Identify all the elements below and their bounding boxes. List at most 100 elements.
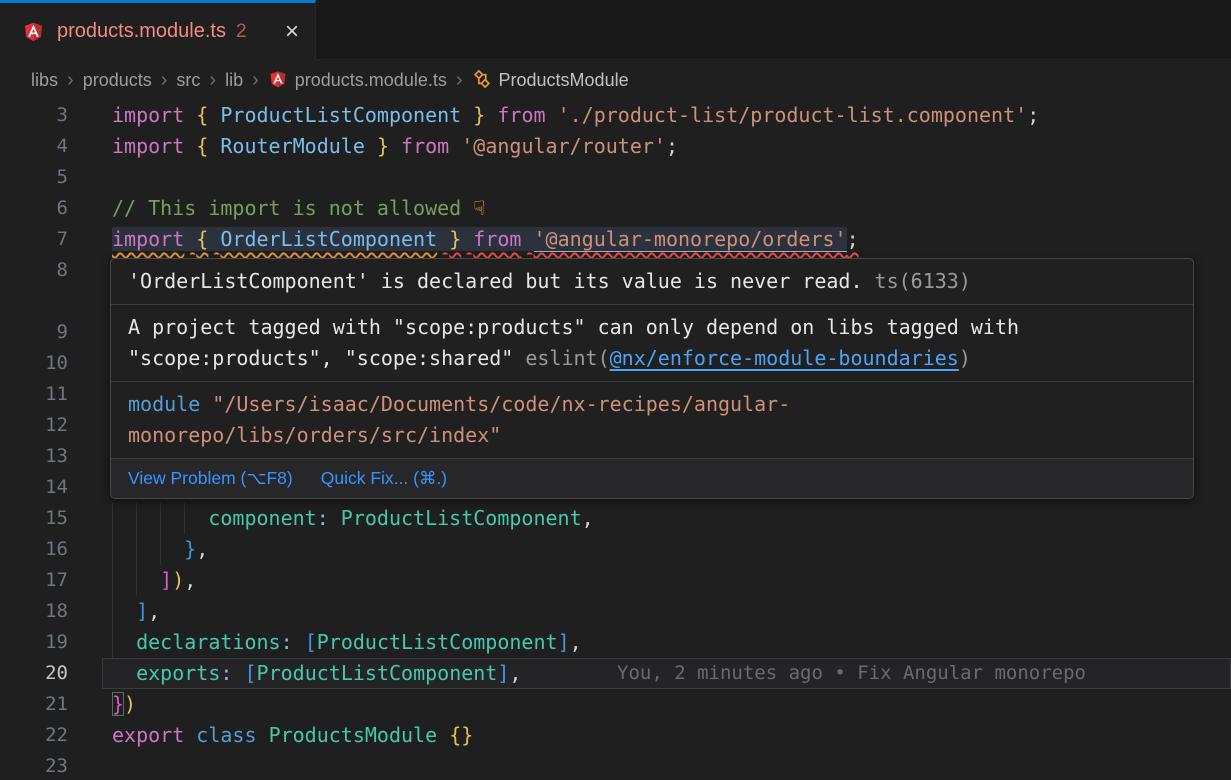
code-token: ,: [582, 506, 594, 530]
code-line-20[interactable]: 20 exports: [ProductListComponent],You, …: [0, 658, 1231, 689]
code-token: exports: [136, 661, 220, 685]
line-number: 4: [0, 131, 68, 162]
code-line-7[interactable]: 7import { OrderListComponent } from '@an…: [0, 224, 1231, 255]
line-number: 20: [0, 658, 68, 689]
hover-text: "/Users/isaac/Documents/code/nx-recipes/…: [200, 392, 790, 416]
code-token: [112, 661, 136, 685]
breadcrumb-label: products: [83, 70, 152, 90]
breadcrumb-label: ProductsModule: [499, 70, 629, 90]
code-line-5[interactable]: 5: [0, 162, 1231, 193]
code-line-21[interactable]: 21}): [0, 689, 1231, 720]
hover-text: module: [128, 392, 200, 416]
code-token: OrderListComponent: [220, 227, 437, 251]
code-token: from: [497, 103, 545, 127]
git-blame-annotation: You, 2 minutes ago • Fix Angular monorep…: [617, 658, 1086, 689]
code-text: ]),: [112, 565, 196, 596]
breadcrumb-label: lib: [225, 70, 243, 90]
chevron-right-icon: ›: [456, 69, 463, 92]
breadcrumb-item-libs[interactable]: libs: [31, 70, 58, 91]
code-token: from: [401, 134, 449, 158]
hover-text: A project tagged with "scope:products" c…: [128, 315, 1019, 339]
code-token: [208, 103, 220, 127]
code-token: ,: [148, 599, 160, 623]
chevron-right-icon: ›: [252, 69, 259, 92]
quick-fix-action[interactable]: Quick Fix... (⌘.): [321, 463, 447, 494]
code-token: [449, 134, 461, 158]
line-number: 23: [0, 751, 68, 780]
diagnostics-hover-popup: 'OrderListComponent' is declared but its…: [110, 258, 1194, 499]
code-token: ;: [666, 134, 678, 158]
code-line-4[interactable]: 4import { RouterModule } from '@angular/…: [0, 131, 1231, 162]
code-text: import { OrderListComponent } from '@ang…: [112, 224, 859, 255]
code-token: {: [196, 103, 208, 127]
line-number: 5: [0, 162, 68, 193]
vscode-editor-window: products.module.ts 2 × libs › products › src…: [0, 0, 1231, 780]
close-icon[interactable]: ×: [285, 20, 299, 44]
hover-text: eslint(: [513, 346, 609, 370]
code-token: import: [112, 134, 184, 158]
code-line-19[interactable]: 19 declarations: [ProductListComponent],: [0, 627, 1231, 658]
breadcrumb-item-products-module-ts[interactable]: products.module.ts: [268, 69, 447, 91]
line-number: 21: [0, 689, 68, 720]
hover-text: "scope:products", "scope:shared": [128, 346, 513, 370]
code-token: [365, 134, 377, 158]
code-line-18[interactable]: 18 ],: [0, 596, 1231, 627]
hover-section-1: 'OrderListComponent' is declared but its…: [111, 259, 1193, 305]
code-line-16[interactable]: 16 },: [0, 534, 1231, 565]
code-token: ProductListComponent: [317, 630, 558, 654]
code-token: [208, 227, 220, 251]
code-token: ]: [160, 568, 172, 592]
breadcrumb-label: src: [176, 70, 200, 90]
code-line-22[interactable]: 22export class ProductsModule {}: [0, 720, 1231, 751]
code-token: [485, 103, 497, 127]
breadcrumb-item-lib[interactable]: lib: [225, 70, 243, 91]
code-token: ProductsModule: [269, 723, 438, 747]
line-number: 6: [0, 193, 68, 224]
code-token: :: [220, 661, 232, 685]
code-token: '@angular-monorepo/orders': [534, 227, 847, 252]
code-token: }: [449, 227, 461, 251]
breadcrumb: libs›products›src›lib›products.module.ts…: [0, 60, 1231, 100]
code-token: [232, 661, 244, 685]
line-number: 18: [0, 596, 68, 627]
code-line-17[interactable]: 17 ]),: [0, 565, 1231, 596]
line-number: 10: [0, 348, 68, 379]
hover-text: ts(6133): [863, 269, 971, 293]
code-token: [461, 103, 473, 127]
code-token: ProductListComponent: [257, 661, 498, 685]
hover-text-line: module "/Users/isaac/Documents/code/nx-r…: [128, 389, 1176, 420]
code-token: :: [317, 506, 329, 530]
breadcrumb-item-productsmodule[interactable]: ProductsModule: [472, 69, 629, 91]
eslint-rule-link[interactable]: @nx/enforce-module-boundaries: [610, 346, 959, 370]
view-problem-action[interactable]: View Problem (⌥F8): [128, 463, 293, 494]
breadcrumb-item-products[interactable]: products: [83, 70, 152, 91]
code-token: ,: [509, 661, 521, 685]
hover-text-line: 'OrderListComponent' is declared but its…: [128, 266, 1176, 297]
code-token: ]: [558, 630, 570, 654]
code-token: [437, 723, 449, 747]
code-token: [: [305, 630, 317, 654]
breadcrumb-item-src[interactable]: src: [176, 70, 200, 91]
code-line-3[interactable]: 3import { ProductListComponent } from '.…: [0, 100, 1231, 131]
chevron-right-icon: ›: [161, 69, 168, 92]
code-token: RouterModule: [220, 134, 365, 158]
line-number: 17: [0, 565, 68, 596]
code-text: export class ProductsModule {}: [112, 720, 473, 751]
code-line-6[interactable]: 6// This import is not allowed ☟: [0, 193, 1231, 224]
code-token: [112, 630, 136, 654]
code-line-15[interactable]: 15 component: ProductListComponent,: [0, 503, 1231, 534]
code-token: ProductListComponent: [220, 103, 461, 127]
breadcrumb-label: libs: [31, 70, 58, 90]
code-token: {: [196, 134, 208, 158]
line-number: 19: [0, 627, 68, 658]
code-token: [546, 103, 558, 127]
code-line-23[interactable]: 23: [0, 751, 1231, 780]
hover-section-3: module "/Users/isaac/Documents/code/nx-r…: [111, 382, 1193, 459]
code-token: ;: [1027, 103, 1039, 127]
code-token: component: [208, 506, 316, 530]
symbol-class-icon: [472, 69, 492, 89]
line-number: 16: [0, 534, 68, 565]
tab-products-module[interactable]: products.module.ts 2 ×: [0, 0, 316, 60]
line-number: 8: [0, 255, 68, 286]
code-token: ]: [497, 661, 509, 685]
